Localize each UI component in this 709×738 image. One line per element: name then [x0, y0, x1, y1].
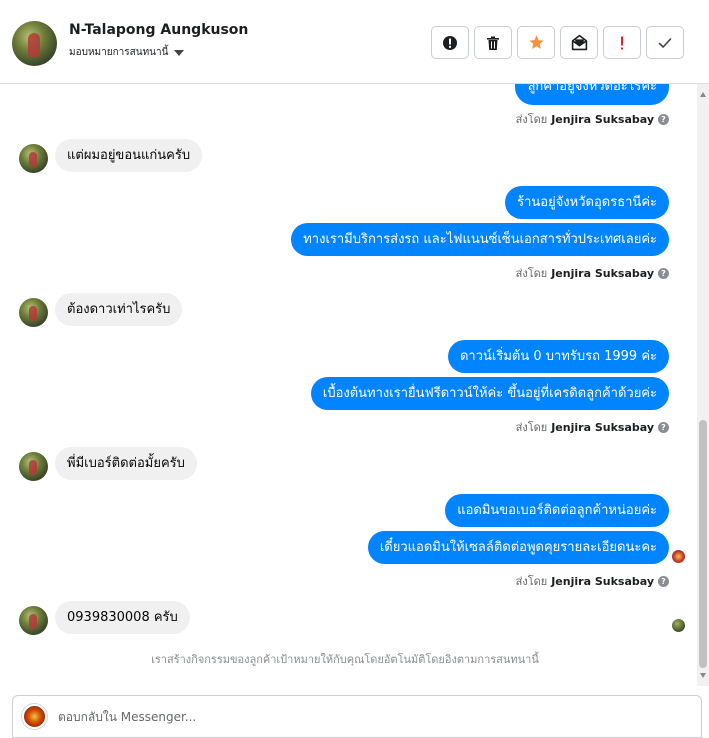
message-thread: ลูกค้าอยู่จังหวัดอะไรคะ ส่งโดย Jenjira S…: [0, 84, 697, 686]
outgoing-message[interactable]: แอดมินขอเบอร์ติดต่อลูกค้าหน่อยค่ะ: [445, 494, 669, 527]
incoming-message[interactable]: ต้องดาวเท่าไรครับ: [55, 293, 183, 326]
info-icon[interactable]: ?: [658, 113, 669, 125]
info-icon[interactable]: ?: [658, 421, 669, 433]
sent-by-label: ส่งโดย Jenjira Suksabay ?: [516, 418, 669, 436]
incoming-message[interactable]: 0939830008 ครับ: [55, 601, 190, 634]
sent-by-prefix: ส่งโดย: [515, 113, 548, 126]
thread-scrollbar[interactable]: [697, 84, 709, 686]
sender-name: Jenjira Suksabay: [551, 112, 654, 126]
contact-avatar-small[interactable]: [19, 298, 48, 327]
exclamation-icon: [621, 36, 623, 49]
contact-avatar-small[interactable]: [19, 144, 48, 173]
star-button[interactable]: [517, 26, 555, 59]
follow-up-button[interactable]: [603, 26, 641, 59]
conversation-header: N-Talapong Aungkuson มอบหมายการสนทนานี้: [0, 0, 709, 84]
sent-by-label: ส่งโดย Jenjira Suksabay ?: [516, 264, 669, 282]
sent-by-prefix: ส่งโดย: [515, 267, 548, 280]
page-avatar: [22, 704, 47, 729]
contact-name[interactable]: N-Talapong Aungkuson: [69, 22, 248, 38]
spam-button[interactable]: [431, 26, 469, 59]
sent-by-prefix: ส่งโดย: [515, 421, 548, 434]
sender-name: Jenjira Suksabay: [551, 420, 654, 434]
outgoing-message[interactable]: เบื้องต้นทางเรายื่นฟรีดาวน์ให้ค่ะ ขึ้นอย…: [310, 377, 669, 410]
seen-by-page-avatar: [672, 550, 685, 563]
star-icon: [528, 35, 544, 49]
scroll-thumb[interactable]: [699, 420, 707, 668]
info-icon[interactable]: ?: [658, 575, 669, 587]
contact-avatar-small[interactable]: [19, 606, 48, 635]
outgoing-message[interactable]: ทางเรามีบริการส่งรถ และไฟแนนซ์เซ็นเอกสาร…: [291, 223, 669, 256]
conversation-actions: [431, 26, 684, 59]
sent-by-label: ส่งโดย Jenjira Suksabay ?: [516, 572, 669, 590]
outgoing-message[interactable]: ลูกค้าอยู่จังหวัดอะไรคะ: [515, 84, 669, 105]
mark-unread-button[interactable]: [560, 26, 598, 59]
sender-name: Jenjira Suksabay: [551, 266, 654, 280]
scroll-up-arrow-icon[interactable]: [700, 92, 706, 97]
incoming-message[interactable]: แต่ผมอยู่ขอนแก่นครับ: [55, 139, 203, 172]
outgoing-message[interactable]: เดี๋ยวแอดมินให้เซลล์ติดต่อพูดคุยรายละเอี…: [367, 531, 669, 564]
scroll-down-arrow-icon[interactable]: [700, 673, 706, 678]
contact-avatar-small[interactable]: [19, 452, 48, 481]
outgoing-message[interactable]: ดาวน์เริ่มต้น 0 บาทรับรถ 1999 ค่ะ: [447, 340, 669, 373]
caret-down-icon: [174, 50, 185, 56]
assign-conversation-dropdown[interactable]: มอบหมายการสนทนานี้: [69, 45, 185, 60]
contact-avatar[interactable]: [12, 21, 57, 66]
reply-input[interactable]: [58, 707, 658, 727]
reply-composer: [12, 695, 702, 738]
delete-button[interactable]: [474, 26, 512, 59]
seen-by-user-avatar: [672, 619, 685, 632]
assign-label: มอบหมายการสนทนานี้: [69, 47, 169, 58]
trash-icon: [487, 36, 499, 50]
mark-done-button[interactable]: [646, 26, 684, 59]
checkmark-icon: [658, 37, 672, 48]
envelope-open-icon: [571, 34, 587, 51]
sent-by-prefix: ส่งโดย: [515, 575, 548, 588]
incoming-message[interactable]: พี่มีเบอร์ติดต่อมั้ยครับ: [55, 447, 197, 480]
outgoing-message[interactable]: ร้านอยู่จังหวัดอุดรธานีค่ะ: [505, 186, 669, 219]
auto-activity-note: เราสร้างกิจกรรมของลูกค้าเป้าหมายให้กับคุ…: [151, 653, 539, 666]
sender-name: Jenjira Suksabay: [551, 574, 654, 588]
info-icon[interactable]: ?: [658, 267, 669, 279]
alert-circle-icon: [443, 35, 457, 50]
sent-by-label: ส่งโดย Jenjira Suksabay ?: [516, 110, 669, 128]
